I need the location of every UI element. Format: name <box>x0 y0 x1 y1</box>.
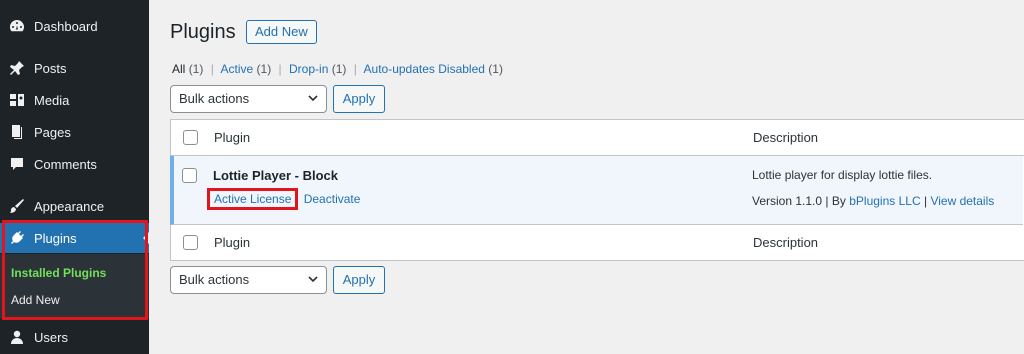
sidebar-item-posts[interactable]: Posts <box>0 53 149 83</box>
filter-autoupdates-disabled[interactable]: Auto-updates Disabled <box>364 62 485 76</box>
dashboard-icon <box>9 18 25 34</box>
plugins-submenu: Installed Plugins Add New <box>0 254 149 318</box>
pages-icon <box>9 124 25 140</box>
pin-icon <box>9 60 25 76</box>
user-icon <box>9 329 25 345</box>
sidebar-item-label: Comments <box>34 156 97 172</box>
sidebar-item-label: Dashboard <box>34 18 98 34</box>
submenu-add-new[interactable]: Add New <box>11 293 60 307</box>
sidebar-item-comments[interactable]: Comments <box>0 149 149 179</box>
filter-active[interactable]: Active <box>221 62 254 76</box>
sidebar-item-plugins[interactable]: Plugins <box>0 223 149 253</box>
sidebar-item-appearance[interactable]: Appearance <box>0 191 149 221</box>
plugin-checkbox[interactable] <box>182 168 197 183</box>
filter-all-count: (1) <box>188 62 204 76</box>
brush-icon <box>9 198 25 214</box>
add-new-button[interactable]: Add New <box>246 20 317 44</box>
table-row: Lottie Player - Block Active License Dea… <box>170 156 1023 225</box>
plugin-by-label: By <box>831 194 846 208</box>
plugin-name: Lottie Player - Block <box>213 168 338 183</box>
plugin-author-link[interactable]: bPlugins LLC <box>849 194 920 208</box>
active-license-link[interactable]: Active License <box>214 192 291 206</box>
filter-separator: | <box>278 62 282 76</box>
media-icon <box>9 92 25 108</box>
table-header-row: Plugin Description <box>171 120 1024 156</box>
sidebar-item-label: Appearance <box>34 198 105 214</box>
admin-sidebar: Dashboard Posts Media Pages Comments App… <box>0 0 149 354</box>
bulk-actions-select-bottom[interactable]: Bulk actions <box>170 266 327 294</box>
filter-dropin[interactable]: Drop-in <box>289 62 328 76</box>
chevron-down-icon <box>308 95 318 102</box>
sidebar-item-label: Plugins <box>34 230 77 246</box>
sidebar-item-label: Media <box>34 92 70 108</box>
bulk-actions-value: Bulk actions <box>179 91 250 106</box>
select-all-checkbox[interactable] <box>183 130 198 145</box>
submenu-installed-plugins[interactable]: Installed Plugins <box>11 266 106 280</box>
plugins-table: Plugin Description Lottie Player - Block… <box>170 119 1024 261</box>
select-all-checkbox-footer[interactable] <box>183 235 198 250</box>
filter-dropin-count: (1) <box>331 62 347 76</box>
apply-button-bottom[interactable]: Apply <box>333 266 385 294</box>
meta-separator: | <box>923 194 928 208</box>
sidebar-item-users[interactable]: Users <box>0 322 149 352</box>
active-license-highlight: Active License <box>207 188 299 210</box>
column-header-description: Description <box>753 130 819 145</box>
meta-separator: | <box>825 194 829 208</box>
plugin-row-actions: Active License Deactivate <box>207 188 361 210</box>
filter-separator: | <box>353 62 357 76</box>
table-footer-row: Plugin Description <box>171 225 1024 260</box>
main-content: Plugins Add New All (1) | Active (1) | D… <box>149 0 1024 354</box>
filter-autoupdates-count: (1) <box>488 62 503 76</box>
plugin-status-filters: All (1) | Active (1) | Drop-in (1) | Aut… <box>172 62 503 76</box>
filter-all[interactable]: All <box>172 62 185 76</box>
page-title: Plugins <box>170 21 236 43</box>
bulk-actions-value: Bulk actions <box>179 272 250 287</box>
view-details-link[interactable]: View details <box>930 194 994 208</box>
column-footer-description: Description <box>753 235 819 250</box>
sidebar-item-label: Users <box>34 329 68 345</box>
plugin-icon <box>9 230 25 246</box>
plugin-description: Lottie player for display lottie files. <box>752 168 933 182</box>
column-header-plugin[interactable]: Plugin <box>214 130 250 145</box>
bulk-actions-select-top[interactable]: Bulk actions <box>170 85 327 113</box>
apply-button-top[interactable]: Apply <box>333 85 385 113</box>
filter-separator: | <box>210 62 214 76</box>
sidebar-item-pages[interactable]: Pages <box>0 117 149 147</box>
sidebar-item-label: Posts <box>34 60 67 76</box>
column-footer-plugin[interactable]: Plugin <box>214 235 250 250</box>
sidebar-item-label: Pages <box>34 124 71 140</box>
sidebar-item-media[interactable]: Media <box>0 85 149 115</box>
sidebar-item-dashboard[interactable]: Dashboard <box>0 11 149 41</box>
plugin-version: Version 1.1.0 <box>752 194 823 208</box>
comment-icon <box>9 156 25 172</box>
deactivate-link[interactable]: Deactivate <box>304 192 361 206</box>
filter-active-count: (1) <box>256 62 272 76</box>
plugin-meta: Version 1.1.0 | By bPlugins LLC | View d… <box>752 194 994 208</box>
chevron-down-icon <box>308 276 318 283</box>
